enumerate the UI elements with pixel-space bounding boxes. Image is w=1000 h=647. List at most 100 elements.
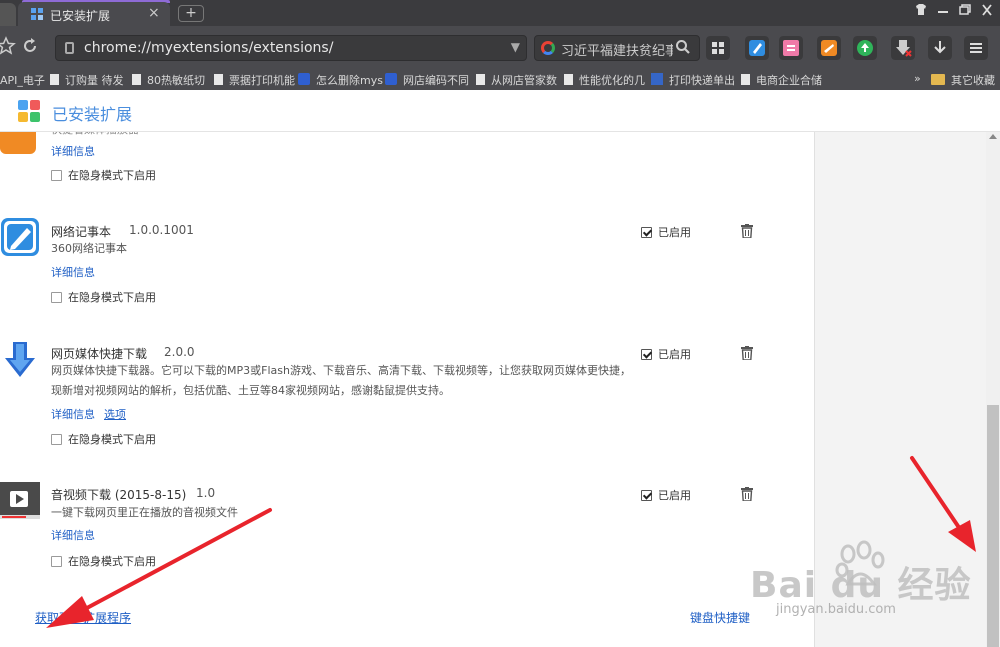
bookmark-item[interactable]: 电商企业合储 [741, 72, 822, 88]
extension-version: 1.0.0.1001 [129, 223, 194, 237]
bookmark-label: 80热敏纸切 [147, 74, 205, 87]
incognito-toggle[interactable]: 在隐身模式下启用 [51, 289, 156, 305]
search-box[interactable]: 习近平福建扶贫纪事 [534, 35, 700, 61]
extension-details-link[interactable]: 详细信息 [51, 264, 95, 280]
bookmark-item[interactable]: 打印快递单出 [651, 72, 735, 88]
new-tab-button[interactable]: + [178, 5, 204, 22]
page-icon [214, 74, 223, 85]
bookmark-label: 订购量 待发 [65, 74, 124, 87]
page-info-icon[interactable] [65, 42, 74, 54]
search-icon[interactable] [675, 39, 691, 55]
address-dropdown-icon[interactable]: ▼ [511, 40, 520, 54]
bookmark-label: 票据打印机能 [229, 74, 295, 87]
minimize-icon[interactable] [934, 3, 952, 17]
previous-tab[interactable] [0, 3, 16, 26]
enabled-label: 已启用 [658, 489, 691, 502]
tab-extensions[interactable]: 已安装扩展 × [18, 2, 170, 26]
incognito-checkbox[interactable] [51, 434, 62, 445]
extension-options-link[interactable]: 选项 [104, 406, 126, 422]
enabled-label: 已启用 [658, 226, 691, 239]
baidu-paw-icon [385, 73, 397, 85]
search-engine-icon[interactable] [541, 41, 555, 55]
vertical-scrollbar[interactable] [986, 132, 1000, 647]
extension-description: 360网络记事本 [51, 242, 127, 255]
extension-details-link[interactable]: 详细信息 [51, 406, 95, 422]
bookmark-label: 打印快递单出 [669, 74, 735, 87]
enabled-checkbox[interactable] [641, 349, 652, 360]
reload-icon[interactable] [20, 36, 40, 56]
video-play-icon [0, 482, 40, 519]
scrollbar-thumb[interactable] [987, 405, 999, 647]
page-header: 已安装扩展 [0, 90, 1000, 132]
star-icon[interactable] [0, 36, 16, 56]
bookmark-item[interactable]: 80热敏纸切 [132, 72, 205, 88]
incognito-toggle[interactable]: 在隐身模式下启用 [51, 431, 156, 447]
extensions-logo-icon [18, 100, 40, 122]
trash-icon[interactable] [741, 224, 753, 238]
bookmark-label: 怎么删除mys [316, 74, 383, 87]
bookmark-item[interactable]: 性能优化的几 [564, 72, 645, 88]
incognito-toggle[interactable]: 在隐身模式下启用 [51, 167, 156, 183]
enabled-label: 已启用 [658, 348, 691, 361]
get-more-extensions-link[interactable]: 获取更多扩展程序 [35, 609, 131, 626]
watermark-url: jingyan.baidu.com [776, 602, 896, 617]
bookmark-label: 其它收藏 [951, 74, 995, 87]
extension-details-link[interactable]: 详细信息 [51, 527, 95, 543]
incognito-label: 在隐身模式下启用 [68, 433, 156, 446]
extension-name: 网页媒体快捷下载 [51, 347, 148, 361]
scroll-up-arrow-icon[interactable] [989, 134, 997, 139]
restore-icon[interactable] [955, 3, 973, 17]
page-icon [476, 74, 485, 85]
address-bar[interactable]: chrome://myextensions/extensions/ ▼ [55, 35, 527, 61]
incognito-label: 在隐身模式下启用 [68, 169, 156, 182]
extension-name: 网络记事本 [51, 225, 112, 239]
apps-grid-icon[interactable] [706, 36, 730, 60]
tab-title: 已安装扩展 [50, 9, 111, 23]
trash-icon[interactable] [741, 487, 753, 501]
bookmark-item[interactable]: 订购量 待发 [50, 72, 124, 88]
green-extension-icon[interactable] [853, 36, 877, 60]
tab-strip: 已安装扩展 × + [0, 0, 1000, 26]
enabled-checkbox[interactable] [641, 227, 652, 238]
downloads-icon[interactable] [928, 36, 952, 60]
notepad-pen-icon [1, 218, 39, 256]
bookmark-label: 网店编码不同 [403, 74, 469, 87]
enabled-toggle[interactable]: 已启用 [641, 346, 691, 362]
extension-description: 快捷看媒体播放器 [51, 132, 139, 140]
page-title: 已安装扩展 [52, 105, 133, 124]
skin-shirt-icon[interactable] [912, 3, 930, 17]
download-extension-icon[interactable] [891, 36, 915, 60]
bookmark-label: 性能优化的几 [579, 74, 645, 87]
bookmarks-more-icon[interactable]: » [914, 72, 921, 85]
incognito-checkbox[interactable] [51, 170, 62, 181]
orange-extension-icon[interactable] [817, 36, 841, 60]
address-url[interactable]: chrome://myextensions/extensions/ [84, 40, 333, 56]
close-window-icon[interactable] [978, 3, 996, 17]
extension-name: 音视频下载 (2015-8-15) [51, 488, 187, 502]
bookmark-item[interactable]: 网店编码不同 [385, 72, 469, 88]
bookmark-item[interactable]: 怎么删除mys [298, 72, 383, 88]
incognito-toggle[interactable]: 在隐身模式下启用 [51, 553, 156, 569]
ticket-extension-icon[interactable] [779, 36, 803, 60]
trash-icon[interactable] [741, 346, 753, 360]
enabled-checkbox[interactable] [641, 490, 652, 501]
search-input[interactable]: 习近平福建扶贫纪事 [561, 40, 673, 59]
other-bookmarks[interactable]: 其它收藏 [931, 72, 995, 88]
enabled-toggle[interactable]: 已启用 [641, 487, 691, 503]
bookmark-item[interactable]: 票据打印机能 [214, 72, 295, 88]
bookmark-item[interactable]: 从网店管家数 [476, 72, 557, 88]
notepad-extension-icon[interactable] [745, 36, 769, 60]
extension-details-link[interactable]: 详细信息 [51, 143, 95, 159]
puzzle-icon [31, 8, 43, 20]
enabled-toggle[interactable]: 已启用 [641, 224, 691, 240]
incognito-checkbox[interactable] [51, 292, 62, 303]
orange-app-icon [0, 132, 36, 154]
keyboard-shortcuts-link[interactable]: 键盘快捷键 [690, 609, 750, 626]
tab-close-icon[interactable]: × [148, 5, 160, 21]
download-arrow-icon [5, 342, 35, 377]
bookmark-item[interactable]: API_电子 [0, 72, 45, 88]
incognito-checkbox[interactable] [51, 556, 62, 567]
incognito-label: 在隐身模式下启用 [68, 291, 156, 304]
menu-icon[interactable] [964, 36, 988, 60]
page-icon [132, 74, 141, 85]
